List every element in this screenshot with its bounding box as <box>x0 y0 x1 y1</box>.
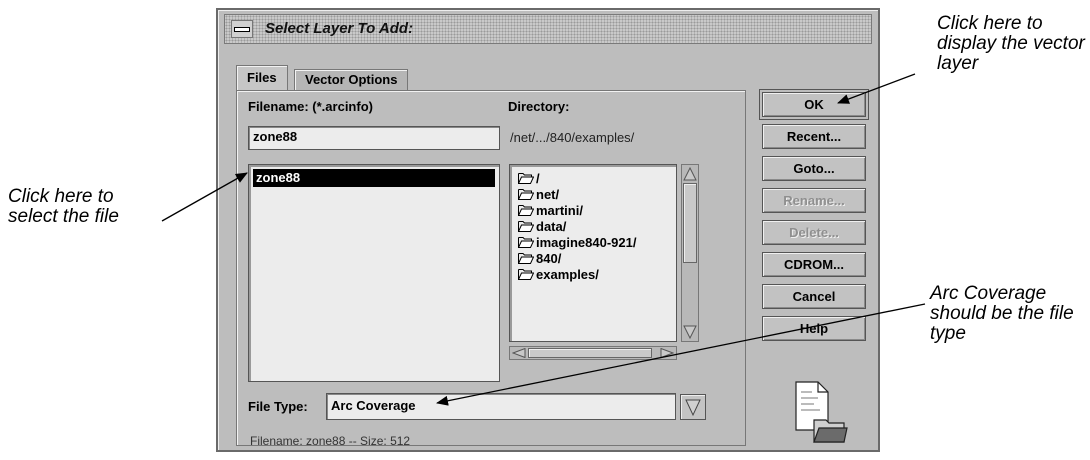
directory-item-label: examples/ <box>536 267 599 282</box>
directory-vertical-scrollbar[interactable] <box>681 164 699 342</box>
scroll-thumb[interactable] <box>528 348 652 358</box>
tab-files[interactable]: Files <box>236 65 288 91</box>
scroll-down-arrow-icon[interactable] <box>683 324 697 340</box>
window-menu-button[interactable] <box>231 20 253 38</box>
callout-select-file: Click here to select the file <box>8 186 119 227</box>
title-bar[interactable]: Select Layer To Add: <box>224 14 872 44</box>
file-list[interactable]: zone88 <box>248 164 500 382</box>
file-type-select[interactable]: Arc Coverage <box>326 393 676 420</box>
directory-item-label: data/ <box>536 219 567 234</box>
file-type-dropdown-button[interactable] <box>680 394 706 420</box>
callout-ok: Click here to display the vector layer <box>937 13 1085 74</box>
directory-item[interactable]: examples/ <box>518 267 599 283</box>
directory-item-label: imagine840-921/ <box>536 235 637 250</box>
scroll-left-arrow-icon[interactable] <box>512 348 526 358</box>
directory-item[interactable]: martini/ <box>518 203 583 219</box>
directory-path: /net/.../840/examples/ <box>510 130 635 145</box>
directory-item[interactable]: / <box>518 171 540 187</box>
open-folder-icon <box>518 252 536 268</box>
filename-input[interactable]: zone88 <box>248 126 500 150</box>
open-folder-icon <box>518 220 536 236</box>
file-list-item-selected[interactable]: zone88 <box>253 169 495 187</box>
directory-item-label: 840/ <box>536 251 562 266</box>
filename-label: Filename: (*.arcinfo) <box>248 99 373 114</box>
status-text: Filename: zone88 -- Size: 512 <box>250 434 411 448</box>
scroll-thumb[interactable] <box>683 183 697 263</box>
callout-file-type: Arc Coverage should be the file type <box>930 283 1074 344</box>
dialog-title: Select Layer To Add: <box>265 20 414 37</box>
open-folder-icon <box>518 236 536 252</box>
file-folder-icon <box>788 380 848 444</box>
directory-item[interactable]: 840/ <box>518 251 561 267</box>
directory-item[interactable]: imagine840-921/ <box>518 235 636 251</box>
directory-horizontal-scrollbar[interactable] <box>509 346 677 360</box>
directory-item[interactable]: net/ <box>518 187 559 203</box>
delete-button[interactable]: Delete... <box>762 220 866 245</box>
chevron-down-icon <box>685 399 701 417</box>
scroll-right-arrow-icon[interactable] <box>660 348 674 358</box>
select-layer-dialog: Select Layer To Add: Files Vector Option… <box>216 8 880 452</box>
goto-button[interactable]: Goto... <box>762 156 866 181</box>
help-button[interactable]: Help <box>762 316 866 341</box>
cancel-button[interactable]: Cancel <box>762 284 866 309</box>
directory-item[interactable]: data/ <box>518 219 566 235</box>
directory-item-label: / <box>536 171 540 186</box>
open-folder-icon <box>518 188 536 204</box>
open-folder-icon <box>518 204 536 220</box>
scroll-up-arrow-icon[interactable] <box>683 166 697 182</box>
rename-button[interactable]: Rename... <box>762 188 866 213</box>
recent-button[interactable]: Recent... <box>762 124 866 149</box>
ok-button[interactable]: OK <box>759 89 869 120</box>
cdrom-button[interactable]: CDROM... <box>762 252 866 277</box>
directory-label: Directory: <box>508 99 570 114</box>
open-folder-icon <box>518 268 536 284</box>
file-type-label: File Type: <box>248 399 308 414</box>
tab-vector-options[interactable]: Vector Options <box>294 69 409 91</box>
window-menu-icon <box>234 27 250 32</box>
directory-list[interactable]: / net/ martini/ data/ imagine840-921/ 84… <box>509 164 677 342</box>
directory-item-label: net/ <box>536 187 560 202</box>
directory-item-label: martini/ <box>536 203 583 218</box>
open-folder-icon <box>518 172 536 188</box>
